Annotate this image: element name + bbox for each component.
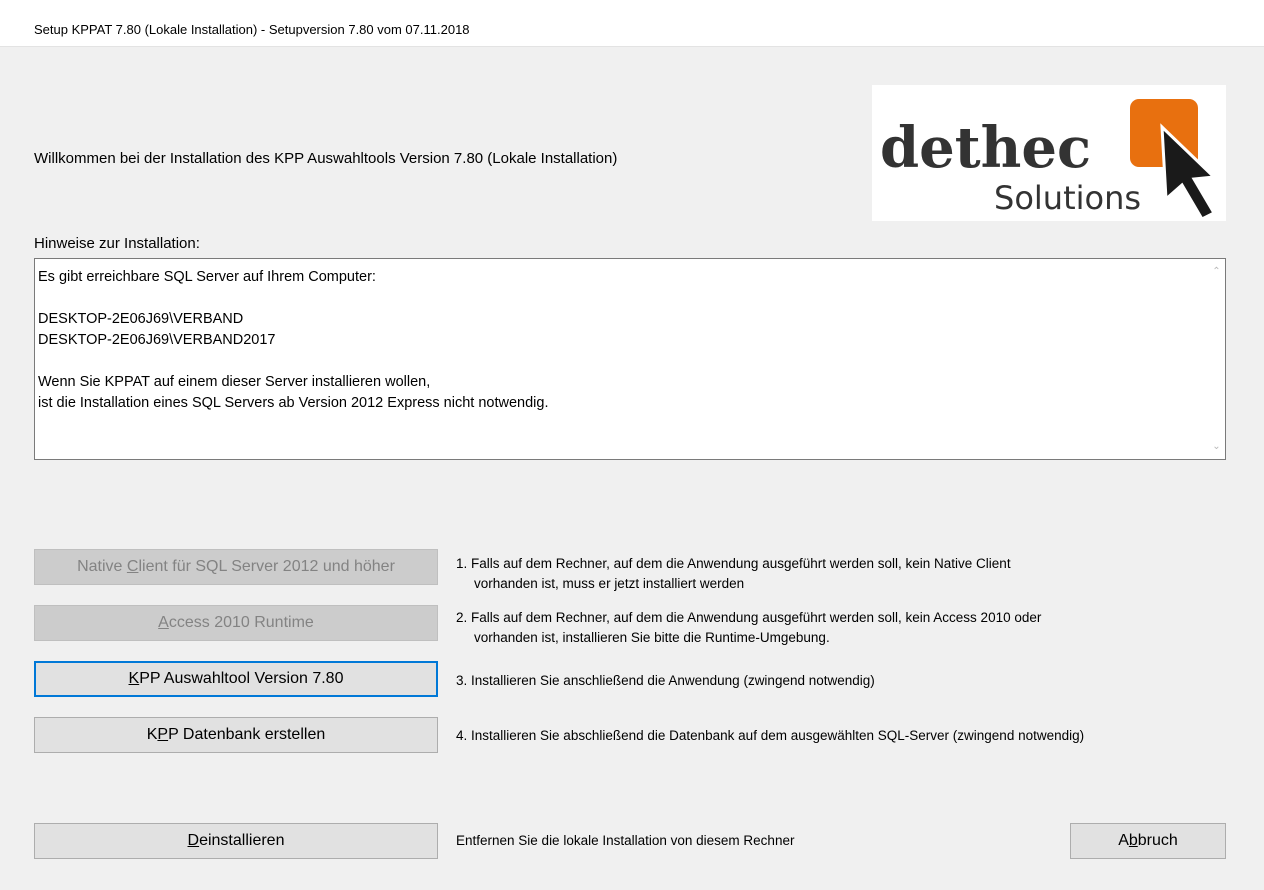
kpp-database-button[interactable]: KPP Datenbank erstellen	[34, 717, 438, 753]
scroll-down-arrow-icon[interactable]: ⌄	[1208, 438, 1225, 455]
step-3-text: 3. Installieren Sie anschließend die Anw…	[456, 673, 875, 688]
welcome-text: Willkommen bei der Installation des KPP …	[34, 150, 618, 167]
step-1-text: 1. Falls auf dem Rechner, auf dem die An…	[456, 554, 1011, 594]
kpp-database-button-label: KPP Datenbank erstellen	[146, 726, 326, 743]
step-2-text: 2. Falls auf dem Rechner, auf dem die An…	[456, 608, 1041, 648]
cancel-button[interactable]: Abbruch	[1070, 823, 1226, 859]
step-4-text: 4. Installieren Sie abschließend die Dat…	[456, 728, 1085, 743]
uninstall-description: Entfernen Sie die lokale Installation vo…	[456, 833, 795, 848]
logo-word-solutions: Solutions	[994, 179, 1141, 217]
step-1-line-1: 1. Falls auf dem Rechner, auf dem die An…	[456, 556, 1011, 571]
kpp-tool-button-label: KPP Auswahltool Version 7.80	[128, 670, 344, 687]
step-2-line-1: 2. Falls auf dem Rechner, auf dem die An…	[456, 610, 1042, 625]
hint-line: DESKTOP-2E06J69\VERBAND	[38, 311, 244, 327]
step-1-line-2: vorhanden ist, muss er jetzt installiert…	[474, 576, 745, 591]
access-runtime-button-label: Access 2010 Runtime	[158, 614, 314, 631]
dethec-logo-graphic: dethec Solutions	[880, 99, 1218, 221]
hint-line	[38, 351, 1198, 372]
kpp-tool-install-button[interactable]: KPP Auswahltool Version 7.80	[34, 661, 438, 697]
uninstall-button-label: Deinstallieren	[187, 832, 285, 849]
step-2-line-2: vorhanden ist, installieren Sie bitte di…	[474, 630, 830, 645]
scroll-up-arrow-icon[interactable]: ⌃	[1208, 263, 1225, 280]
native-client-button-label: Native Client für SQL Server 2012 und hö…	[77, 558, 395, 575]
hint-line: Wenn Sie KPPAT auf einem dieser Server i…	[38, 374, 431, 390]
hint-line: ist die Installation eines SQL Servers a…	[38, 395, 549, 411]
hints-textbox[interactable]: Es gibt erreichbare SQL Server auf Ihrem…	[34, 258, 1226, 460]
window-title: Setup KPPAT 7.80 (Lokale Installation) -…	[34, 22, 470, 37]
cancel-button-label: Abbruch	[1118, 832, 1178, 849]
access-runtime-button[interactable]: Access 2010 Runtime	[34, 605, 438, 641]
hint-line: DESKTOP-2E06J69\VERBAND2017	[38, 332, 276, 348]
logo-word-dethec: dethec	[880, 115, 1091, 181]
hint-line: Es gibt erreichbare SQL Server auf Ihrem…	[38, 269, 376, 285]
hints-text: Es gibt erreichbare SQL Server auf Ihrem…	[38, 267, 1198, 414]
hints-scrollbar[interactable]: ⌃ ⌄	[1208, 259, 1225, 459]
hint-line	[38, 288, 1198, 309]
title-bar: Setup KPPAT 7.80 (Lokale Installation) -…	[0, 0, 1264, 47]
hints-label: Hinweise zur Installation:	[34, 235, 200, 252]
dethec-logo: dethec Solutions	[872, 85, 1226, 221]
uninstall-button[interactable]: Deinstallieren	[34, 823, 438, 859]
native-client-button[interactable]: Native Client für SQL Server 2012 und hö…	[34, 549, 438, 585]
